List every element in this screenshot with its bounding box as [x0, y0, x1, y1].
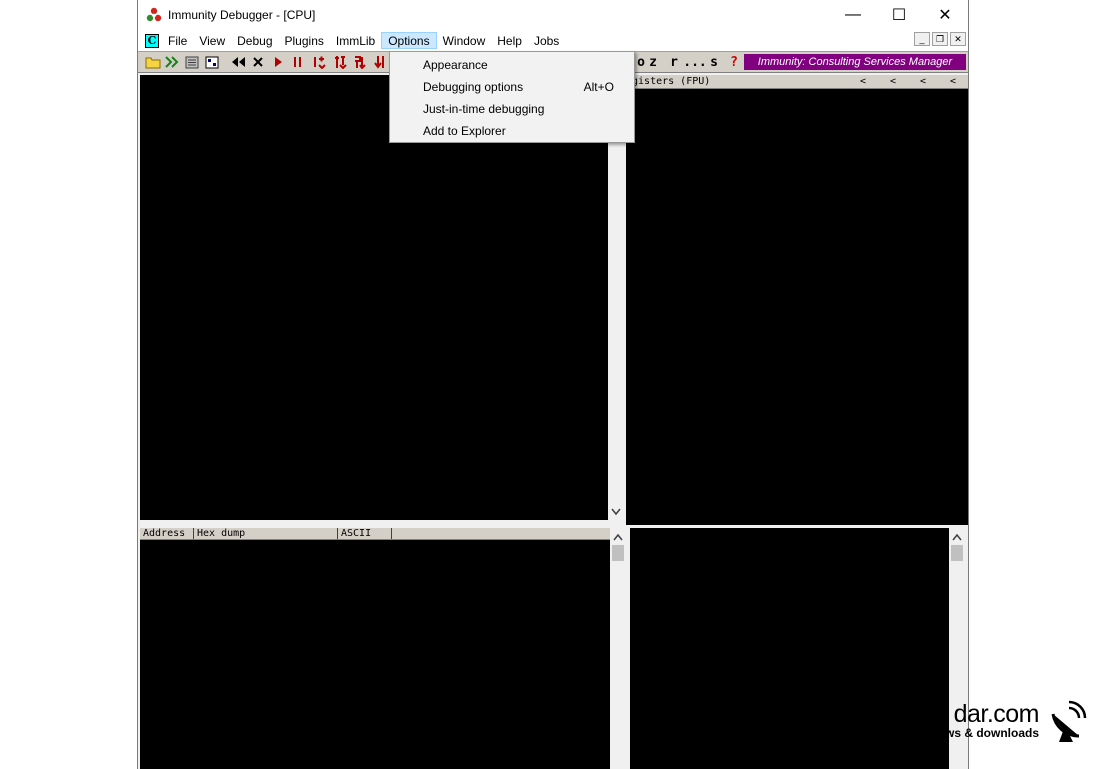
dump-scrollbar[interactable]	[610, 528, 626, 769]
menu-item-label: Debugging options	[423, 80, 524, 94]
debugger-window: Immunity Debugger - [CPU] — ☐ ✕ C File V…	[137, 0, 969, 769]
trace-into-icon[interactable]	[351, 54, 369, 70]
registers-pane[interactable]	[626, 89, 968, 525]
immunity-banner[interactable]: Immunity: Consulting Services Manager	[744, 54, 966, 70]
watermark: dar.com ws & downloads	[944, 700, 1087, 742]
rewind-icon[interactable]	[229, 54, 247, 70]
menu-item-shortcut: Alt+O	[583, 80, 614, 94]
mdi-minimize-button[interactable]: _	[914, 32, 930, 46]
registers-header: egisters (FPU) < < < <	[626, 75, 968, 89]
register-arrow[interactable]: <	[848, 76, 878, 87]
column-address[interactable]: Address	[140, 528, 194, 539]
scroll-thumb[interactable]	[612, 545, 624, 561]
title-bar: Immunity Debugger - [CPU] — ☐ ✕	[138, 0, 968, 30]
register-arrow[interactable]: <	[878, 76, 908, 87]
menu-options[interactable]: Options	[381, 32, 437, 49]
options-dropdown-menu: Appearance Debugging options Alt+O Just-…	[389, 51, 635, 143]
dump-header: Address Hex dump ASCII	[140, 528, 610, 540]
menu-item-label: Add to Explorer	[423, 124, 506, 138]
column-ascii[interactable]: ASCII	[338, 528, 392, 539]
maximize-button[interactable]: ☐	[876, 0, 922, 30]
mdi-restore-button[interactable]: ❐	[932, 32, 948, 46]
toolbar-button-r[interactable]: r	[665, 54, 683, 70]
menu-bar: C File View Debug Plugins ImmLib Options…	[138, 30, 968, 51]
menu-window[interactable]: Window	[437, 32, 492, 49]
satellite-dish-icon	[1051, 700, 1087, 742]
scroll-up-arrow-icon[interactable]	[613, 533, 623, 541]
restart-icon[interactable]	[163, 54, 181, 70]
menu-jobs[interactable]: Jobs	[528, 32, 565, 49]
menu-item-appearance[interactable]: Appearance	[390, 54, 634, 76]
menu-item-label: Appearance	[423, 58, 488, 72]
menu-help[interactable]: Help	[491, 32, 528, 49]
toolbar-button-dots[interactable]: ...	[683, 54, 706, 70]
register-arrow[interactable]: <	[938, 76, 968, 87]
log-window-icon[interactable]	[183, 54, 201, 70]
mdi-close-button[interactable]: ✕	[950, 32, 966, 46]
watermark-text-large: dar.com	[953, 700, 1040, 728]
step-over-icon[interactable]	[331, 54, 349, 70]
execute-till-return-icon[interactable]	[371, 54, 389, 70]
register-arrow[interactable]: <	[908, 76, 938, 87]
menu-item-just-in-time-debugging[interactable]: Just-in-time debugging	[390, 98, 634, 120]
open-folder-icon[interactable]	[144, 54, 162, 70]
run-icon[interactable]	[269, 54, 287, 70]
menu-view[interactable]: View	[193, 32, 231, 49]
step-into-icon[interactable]	[310, 54, 328, 70]
menu-item-debugging-options[interactable]: Debugging options Alt+O	[390, 76, 634, 98]
menu-file[interactable]: File	[162, 32, 193, 49]
registers-title: egisters (FPU)	[626, 76, 711, 87]
dump-pane[interactable]	[140, 540, 610, 769]
memory-map-icon[interactable]	[203, 54, 221, 70]
scroll-thumb[interactable]	[951, 545, 963, 561]
watermark-text-small: ws & downloads	[944, 726, 1039, 740]
stack-pane[interactable]	[630, 528, 949, 769]
help-icon[interactable]: ?	[725, 54, 743, 70]
cpu-window-icon[interactable]: C	[145, 33, 159, 48]
window-title: Immunity Debugger - [CPU]	[168, 8, 316, 22]
toolbar-button-z[interactable]: z	[644, 54, 662, 70]
menu-item-add-to-explorer[interactable]: Add to Explorer	[390, 120, 634, 142]
scroll-down-arrow-icon[interactable]	[611, 508, 621, 516]
pause-icon[interactable]	[289, 54, 307, 70]
stop-icon[interactable]	[249, 54, 267, 70]
immunity-logo-icon	[146, 7, 162, 22]
scroll-up-arrow-icon[interactable]	[952, 533, 962, 541]
menu-plugins[interactable]: Plugins	[279, 32, 330, 49]
minimize-button[interactable]: —	[830, 0, 876, 30]
column-hex-dump[interactable]: Hex dump	[194, 528, 338, 539]
close-button[interactable]: ✕	[922, 0, 968, 30]
toolbar-button-s[interactable]: s	[705, 54, 723, 70]
menu-debug[interactable]: Debug	[231, 32, 278, 49]
menu-immlib[interactable]: ImmLib	[330, 32, 381, 49]
menu-item-label: Just-in-time debugging	[423, 102, 545, 116]
